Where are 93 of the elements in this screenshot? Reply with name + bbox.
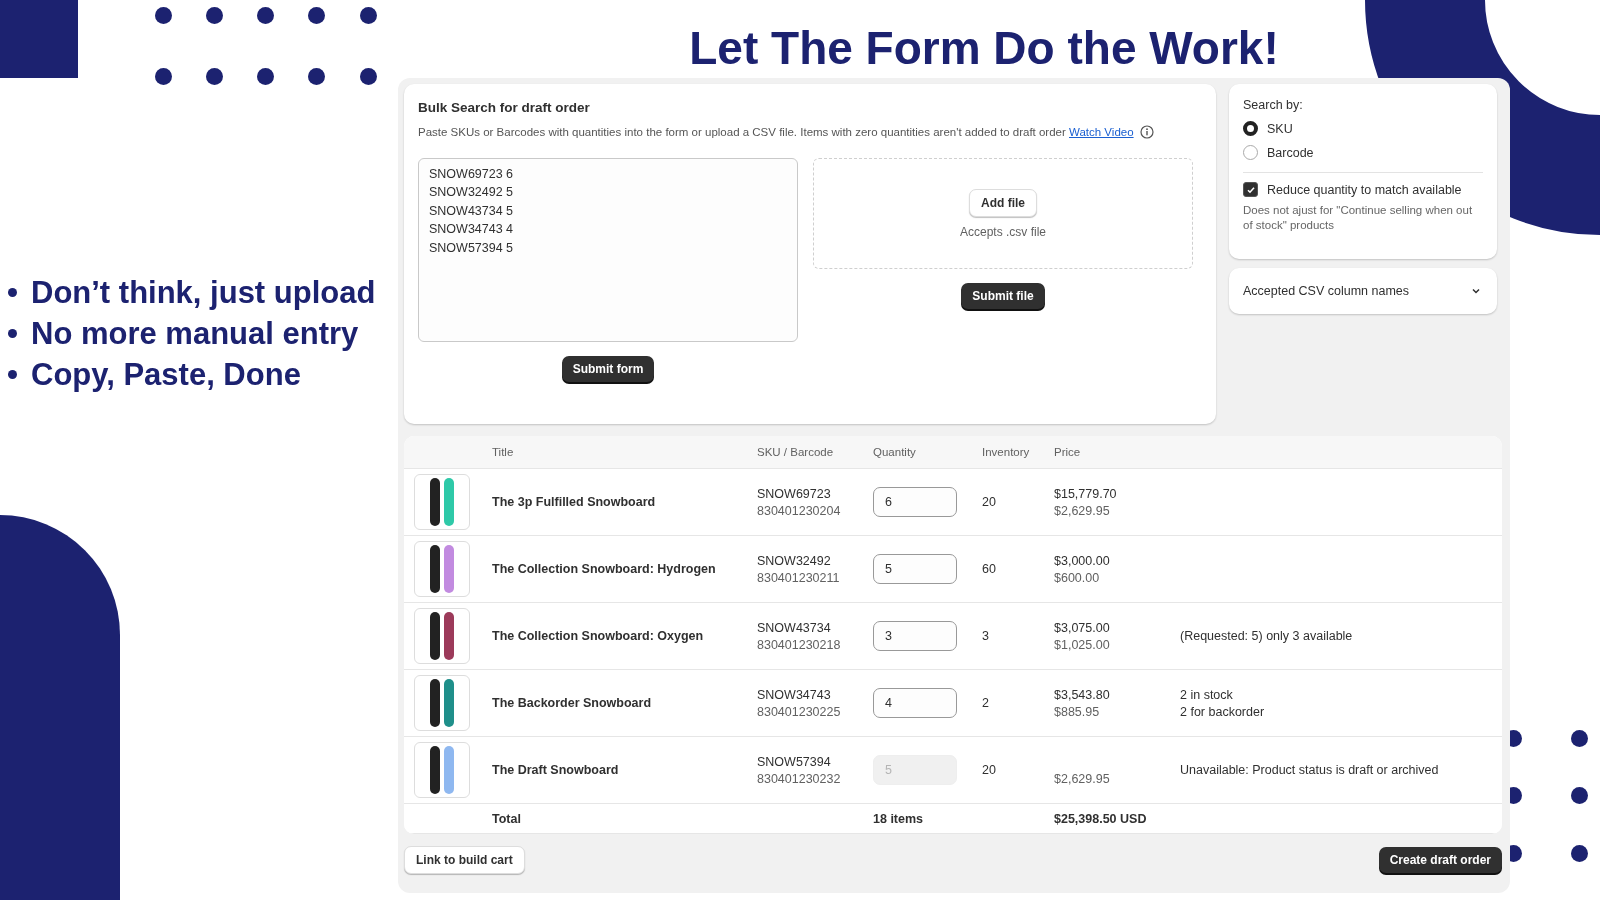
- sku-textarea[interactable]: SNOW69723 6 SNOW32492 5 SNOW43734 5 SNOW34743 4 SNOW57394 5: [418, 158, 798, 342]
- decorative-dot: [206, 68, 223, 85]
- hint-text: Does not ajust for "Continue selling when out of stock" products: [1243, 203, 1474, 233]
- column-header: Price: [1054, 446, 1082, 458]
- stock-note: Unavailable: Product status is draft or archived: [1180, 763, 1440, 777]
- inventory-text: 20: [982, 763, 997, 777]
- decorative-dot: [1571, 845, 1588, 862]
- unit-price: $1,025.00: [1054, 637, 1111, 652]
- decorative-dot: [360, 7, 377, 24]
- submit-form-button[interactable]: Submit form: [561, 356, 655, 382]
- build-cart-link-button[interactable]: Link to build cart: [404, 846, 525, 874]
- line-total-price: $3,543.80: [1054, 687, 1111, 702]
- product-title: The Collection Snowboard: Hydrogen: [492, 562, 717, 576]
- product-title: The Collection Snowboard: Oxygen: [492, 629, 705, 643]
- headline: Let The Form Do the Work!: [689, 21, 1279, 76]
- inventory-text: 2: [982, 696, 990, 710]
- decorative-dot: [257, 68, 274, 85]
- inventory-text: 60: [982, 562, 997, 576]
- radio-label: SKU: [1267, 121, 1293, 136]
- card-title: Bulk Search for draft order: [418, 100, 591, 115]
- unit-price: $600.00: [1054, 570, 1101, 585]
- radio-button[interactable]: [1243, 121, 1258, 136]
- line-total-price: $15,779.70: [1054, 486, 1118, 501]
- line-total-price: $3,000.00: [1054, 553, 1111, 568]
- stock-note: 2 for backorder: [1180, 704, 1266, 719]
- sku-text: SNOW32492: [757, 553, 832, 568]
- checkbox-label: Reduce quantity to match available: [1267, 182, 1462, 197]
- snowboard-drawing: [427, 745, 457, 795]
- chevron-icon: [1471, 286, 1481, 296]
- bullet-text: Don’t think, just upload: [31, 274, 376, 311]
- file-drop-zone[interactable]: Add file Accepts .csv file: [813, 158, 1193, 269]
- bullet-dot: [8, 288, 17, 297]
- sku-text: SNOW69723: [757, 486, 832, 501]
- bullet-text: No more manual entry: [31, 315, 359, 352]
- total-items: 18 items: [873, 811, 925, 826]
- create-draft-order-button[interactable]: Create draft order: [1378, 847, 1502, 873]
- quantity-input[interactable]: 3: [873, 621, 957, 651]
- snowboard-drawing: [427, 611, 457, 661]
- bullet-dot: [8, 370, 17, 379]
- checkmark-icon: [1245, 184, 1256, 195]
- column-header: Quantity: [873, 446, 917, 458]
- barcode-text: 830401230232: [757, 771, 842, 786]
- sku-text: SNOW34743: [757, 687, 832, 702]
- stock-note: 2 in stock: [1180, 687, 1234, 702]
- total-amount: $25,398.50 USD: [1054, 811, 1148, 826]
- total-label: Total: [492, 811, 522, 826]
- quantity-input[interactable]: 6: [873, 487, 957, 517]
- sku-text: SNOW43734: [757, 620, 832, 635]
- line-total-price: $3,075.00: [1054, 620, 1111, 635]
- column-header: Inventory: [982, 446, 1031, 458]
- decorative-dot: [1571, 730, 1588, 747]
- accepts-text: Accepts .csv file: [960, 224, 1046, 239]
- add-file-button[interactable]: Add file: [969, 188, 1037, 217]
- decorative-dot: [155, 68, 172, 85]
- product-title: The Draft Snowboard: [492, 763, 620, 777]
- bullet-text: Copy, Paste, Done: [31, 356, 301, 393]
- quantity-input[interactable]: 5: [873, 554, 957, 584]
- decorative-dot: [155, 7, 172, 24]
- unit-price: $885.95: [1054, 704, 1101, 719]
- decorative-dot: [1571, 787, 1588, 804]
- column-header: SKU / Barcode: [757, 446, 835, 458]
- inventory-text: 20: [982, 495, 997, 509]
- barcode-text: 830401230218: [757, 637, 842, 652]
- radio-button[interactable]: [1243, 145, 1258, 160]
- unit-price: $2,629.95: [1054, 772, 1111, 786]
- barcode-text: 830401230204: [757, 503, 842, 518]
- decorative-dot: [308, 7, 325, 24]
- decorative-dot: [257, 7, 274, 24]
- unit-price: $2,629.95: [1054, 503, 1111, 518]
- decorative-dot: [360, 68, 377, 85]
- snowboard-drawing: [427, 544, 457, 594]
- sku-text: SNOW57394: [757, 754, 832, 769]
- decorative-dot: [308, 68, 325, 85]
- inventory-text: 3: [982, 629, 990, 643]
- product-title: The Backorder Snowboard: [492, 696, 653, 710]
- radio-label: Barcode: [1267, 145, 1314, 160]
- barcode-text: 830401230211: [757, 570, 841, 585]
- bullet-dot: [8, 329, 17, 338]
- product-title: The 3p Fulfilled Snowboard: [492, 495, 657, 509]
- checkbox[interactable]: [1243, 182, 1258, 197]
- barcode-text: 830401230225: [757, 704, 842, 719]
- csv-columns-accordion[interactable]: Accepted CSV column names: [1229, 268, 1497, 314]
- search-by-label: Search by:: [1243, 98, 1304, 112]
- stock-note: (Requested: 5) only 3 available: [1180, 629, 1354, 643]
- info-icon[interactable]: [1139, 125, 1154, 139]
- snowboard-drawing: [427, 477, 457, 527]
- decorative-dot: [206, 7, 223, 24]
- snowboard-drawing: [427, 678, 457, 728]
- submit-file-button[interactable]: Submit file: [961, 283, 1045, 309]
- description-text: Paste SKUs or Barcodes with quantities into the form or upload a CSV file. Items with zero quantities aren't added to draft order Watch Video: [418, 126, 1134, 138]
- watch-video-link[interactable]: Watch Video: [1069, 126, 1134, 138]
- column-header: Title: [492, 446, 515, 458]
- quantity-input[interactable]: 4: [873, 688, 957, 718]
